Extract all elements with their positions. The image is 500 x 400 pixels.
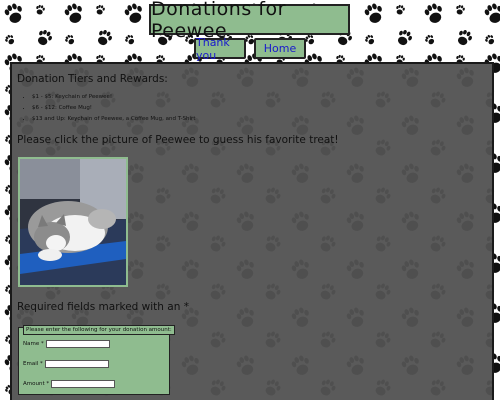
site-title-banner: Donations for Peewee [149, 0, 350, 42]
tier-item: $6 - $12: Coffee Mug! [32, 103, 195, 114]
donation-form: Please enter the following for your dona… [18, 325, 175, 395]
name-field-row: Name * [23, 340, 110, 348]
click-picture-instructions: Please click the picture of Peewee to gu… [17, 134, 339, 146]
main-content-panel: Donation Tiers and Rewards: $1 - $5: Key… [10, 62, 494, 400]
cat-picture [20, 159, 126, 285]
email-label: Email * [23, 361, 43, 367]
name-input[interactable] [45, 340, 110, 348]
donation-form-legend: Please enter the following for your dona… [23, 325, 175, 335]
peewee-cat-photo[interactable] [18, 157, 128, 287]
email-field-row: Email * [23, 360, 109, 368]
amount-input[interactable] [51, 380, 116, 388]
home-nav-button[interactable]: Home [254, 38, 306, 59]
donation-tiers-heading: Donation Tiers and Rewards: [17, 73, 168, 85]
tier-item: $1 - $5: Keychain of Peewee! [32, 92, 195, 103]
page-title: Donations for Peewee [151, 0, 286, 42]
name-label: Name * [23, 341, 44, 347]
amount-field-row: Amount * [23, 380, 116, 388]
required-fields-note: Required fields marked with an * [17, 301, 189, 313]
email-input[interactable] [44, 360, 109, 368]
thank-you-nav-button[interactable]: Thank you [194, 36, 246, 62]
amount-label: Amount * [23, 381, 50, 387]
tier-item: $13 and Up: Keychain of Peewee, a Coffee… [32, 114, 195, 125]
donation-tiers-list: $1 - $5: Keychain of Peewee! $6 - $12: C… [20, 92, 195, 125]
